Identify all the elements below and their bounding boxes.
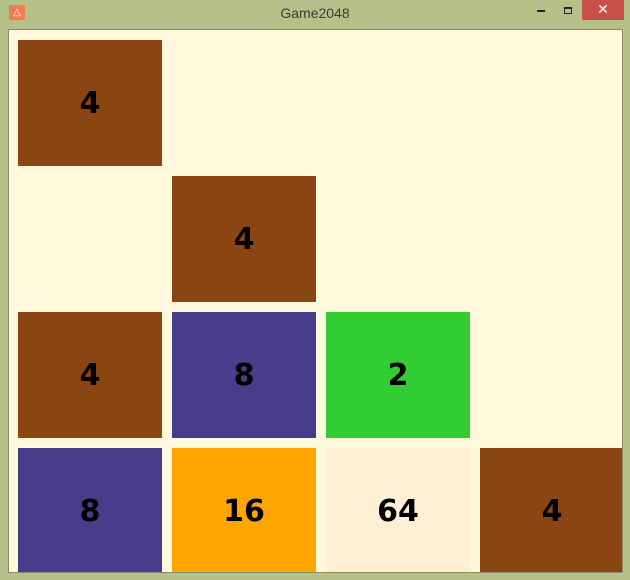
close-button[interactable]: ✕ — [582, 0, 624, 20]
minimize-button[interactable] — [528, 0, 554, 20]
tile: 2 — [326, 312, 470, 438]
tile: 8 — [172, 312, 316, 438]
tile: 4 — [480, 448, 622, 572]
game-board[interactable]: 4 4 4 8 2 8 16 64 4 — [8, 29, 623, 573]
maximize-button[interactable] — [555, 0, 581, 20]
tile: 4 — [18, 312, 162, 438]
tile: 4 — [18, 40, 162, 166]
tile: 64 — [326, 448, 470, 572]
tile: 8 — [18, 448, 162, 572]
maximize-icon — [564, 6, 572, 14]
close-icon: ✕ — [597, 2, 609, 18]
tile: 4 — [172, 176, 316, 302]
minimize-icon — [537, 10, 545, 12]
title-bar[interactable]: △ Game2048 ✕ — [0, 0, 630, 29]
tile: 16 — [172, 448, 316, 572]
